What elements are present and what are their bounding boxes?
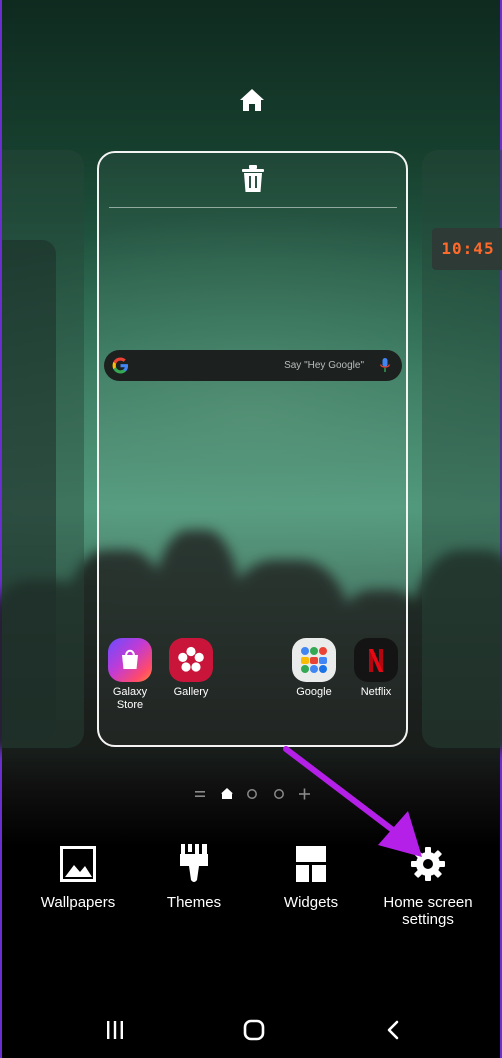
app-label-netflix: Netflix [360, 686, 392, 698]
app-galaxy-store[interactable]: Galaxy Store [100, 638, 160, 712]
gallery-icon [169, 638, 213, 682]
left-page-widget [2, 240, 56, 740]
clock-widget: 10:45 [432, 228, 502, 270]
page-list-icon[interactable] [195, 791, 205, 797]
navigation-bar [2, 1010, 502, 1050]
app-netflix[interactable]: Netflix [346, 638, 406, 699]
widgets-label: Widgets [283, 894, 339, 911]
page-divider [109, 207, 397, 208]
paintbrush-icon [180, 844, 208, 882]
google-folder-icon [292, 638, 336, 682]
google-search-bar[interactable]: Say "Hey Google" [104, 350, 402, 381]
app-gallery[interactable]: Gallery [161, 638, 221, 699]
image-icon [60, 846, 96, 882]
back-icon[interactable] [385, 1020, 401, 1040]
page-dot[interactable] [247, 789, 257, 799]
nav-home-icon[interactable] [243, 1019, 265, 1041]
wallpapers-button[interactable]: Wallpapers [34, 846, 122, 911]
app-label-google: Google [296, 686, 332, 698]
themes-button[interactable]: Themes [152, 844, 236, 911]
app-label-galaxy-store: Galaxy Store [112, 686, 148, 711]
themes-label: Themes [166, 894, 222, 911]
home-screen-editor: 10:45 Say "Hey Google" Galaxy Store Gall… [0, 0, 502, 1058]
search-hint-text: Say "Hey Google" [284, 360, 364, 371]
home-icon[interactable] [238, 86, 266, 114]
home-screen-settings-label: Home screen settings [383, 894, 473, 928]
galaxy-store-icon [108, 638, 152, 682]
wallpapers-label: Wallpapers [40, 894, 116, 911]
netflix-icon [354, 638, 398, 682]
mic-icon[interactable] [380, 358, 390, 373]
app-google-folder[interactable]: Google [284, 638, 344, 699]
app-label-gallery: Gallery [173, 686, 209, 698]
annotation-arrow-icon [283, 746, 422, 857]
recents-icon[interactable] [105, 1020, 125, 1040]
google-g-icon [112, 357, 129, 374]
trash-icon[interactable] [241, 165, 265, 193]
page-dot-home-icon[interactable] [221, 788, 233, 799]
